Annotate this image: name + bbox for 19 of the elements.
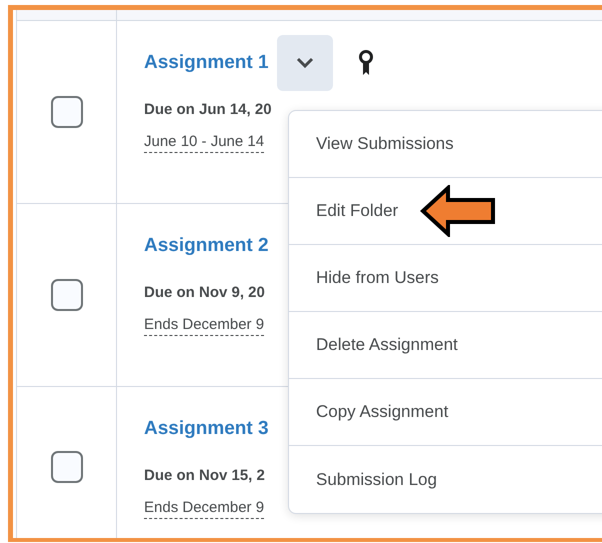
chevron-down-icon xyxy=(296,57,314,69)
assignment-link[interactable]: Assignment 1 xyxy=(144,48,269,78)
menu-item[interactable]: Edit Folder xyxy=(316,198,398,224)
menu-item[interactable]: View Submissions xyxy=(316,131,454,157)
availability-dates: Ends December 9 xyxy=(144,498,264,518)
availability-dates: June 10 - June 14 xyxy=(144,132,264,152)
availability-dates: Ends December 9 xyxy=(144,314,264,336)
menu-item[interactable]: Delete Assignment xyxy=(316,332,458,358)
checkbox[interactable] xyxy=(50,451,82,483)
due-date: Due on Jun 14, 20 xyxy=(144,100,273,120)
menu-item[interactable]: Copy Assignment xyxy=(316,399,448,425)
checkbox[interactable] xyxy=(50,96,82,128)
assignment-link[interactable]: Assignment 3 xyxy=(144,414,269,444)
assignment-link[interactable]: Assignment 2 xyxy=(144,232,269,260)
due-date: Due on Nov 9, 20 xyxy=(144,283,266,303)
due-date: Due on Nov 15, 2 xyxy=(144,466,266,486)
checkbox[interactable] xyxy=(50,279,82,311)
menu-item[interactable]: Hide from Users xyxy=(316,265,439,291)
menu-item[interactable]: Submission Log xyxy=(316,466,437,492)
